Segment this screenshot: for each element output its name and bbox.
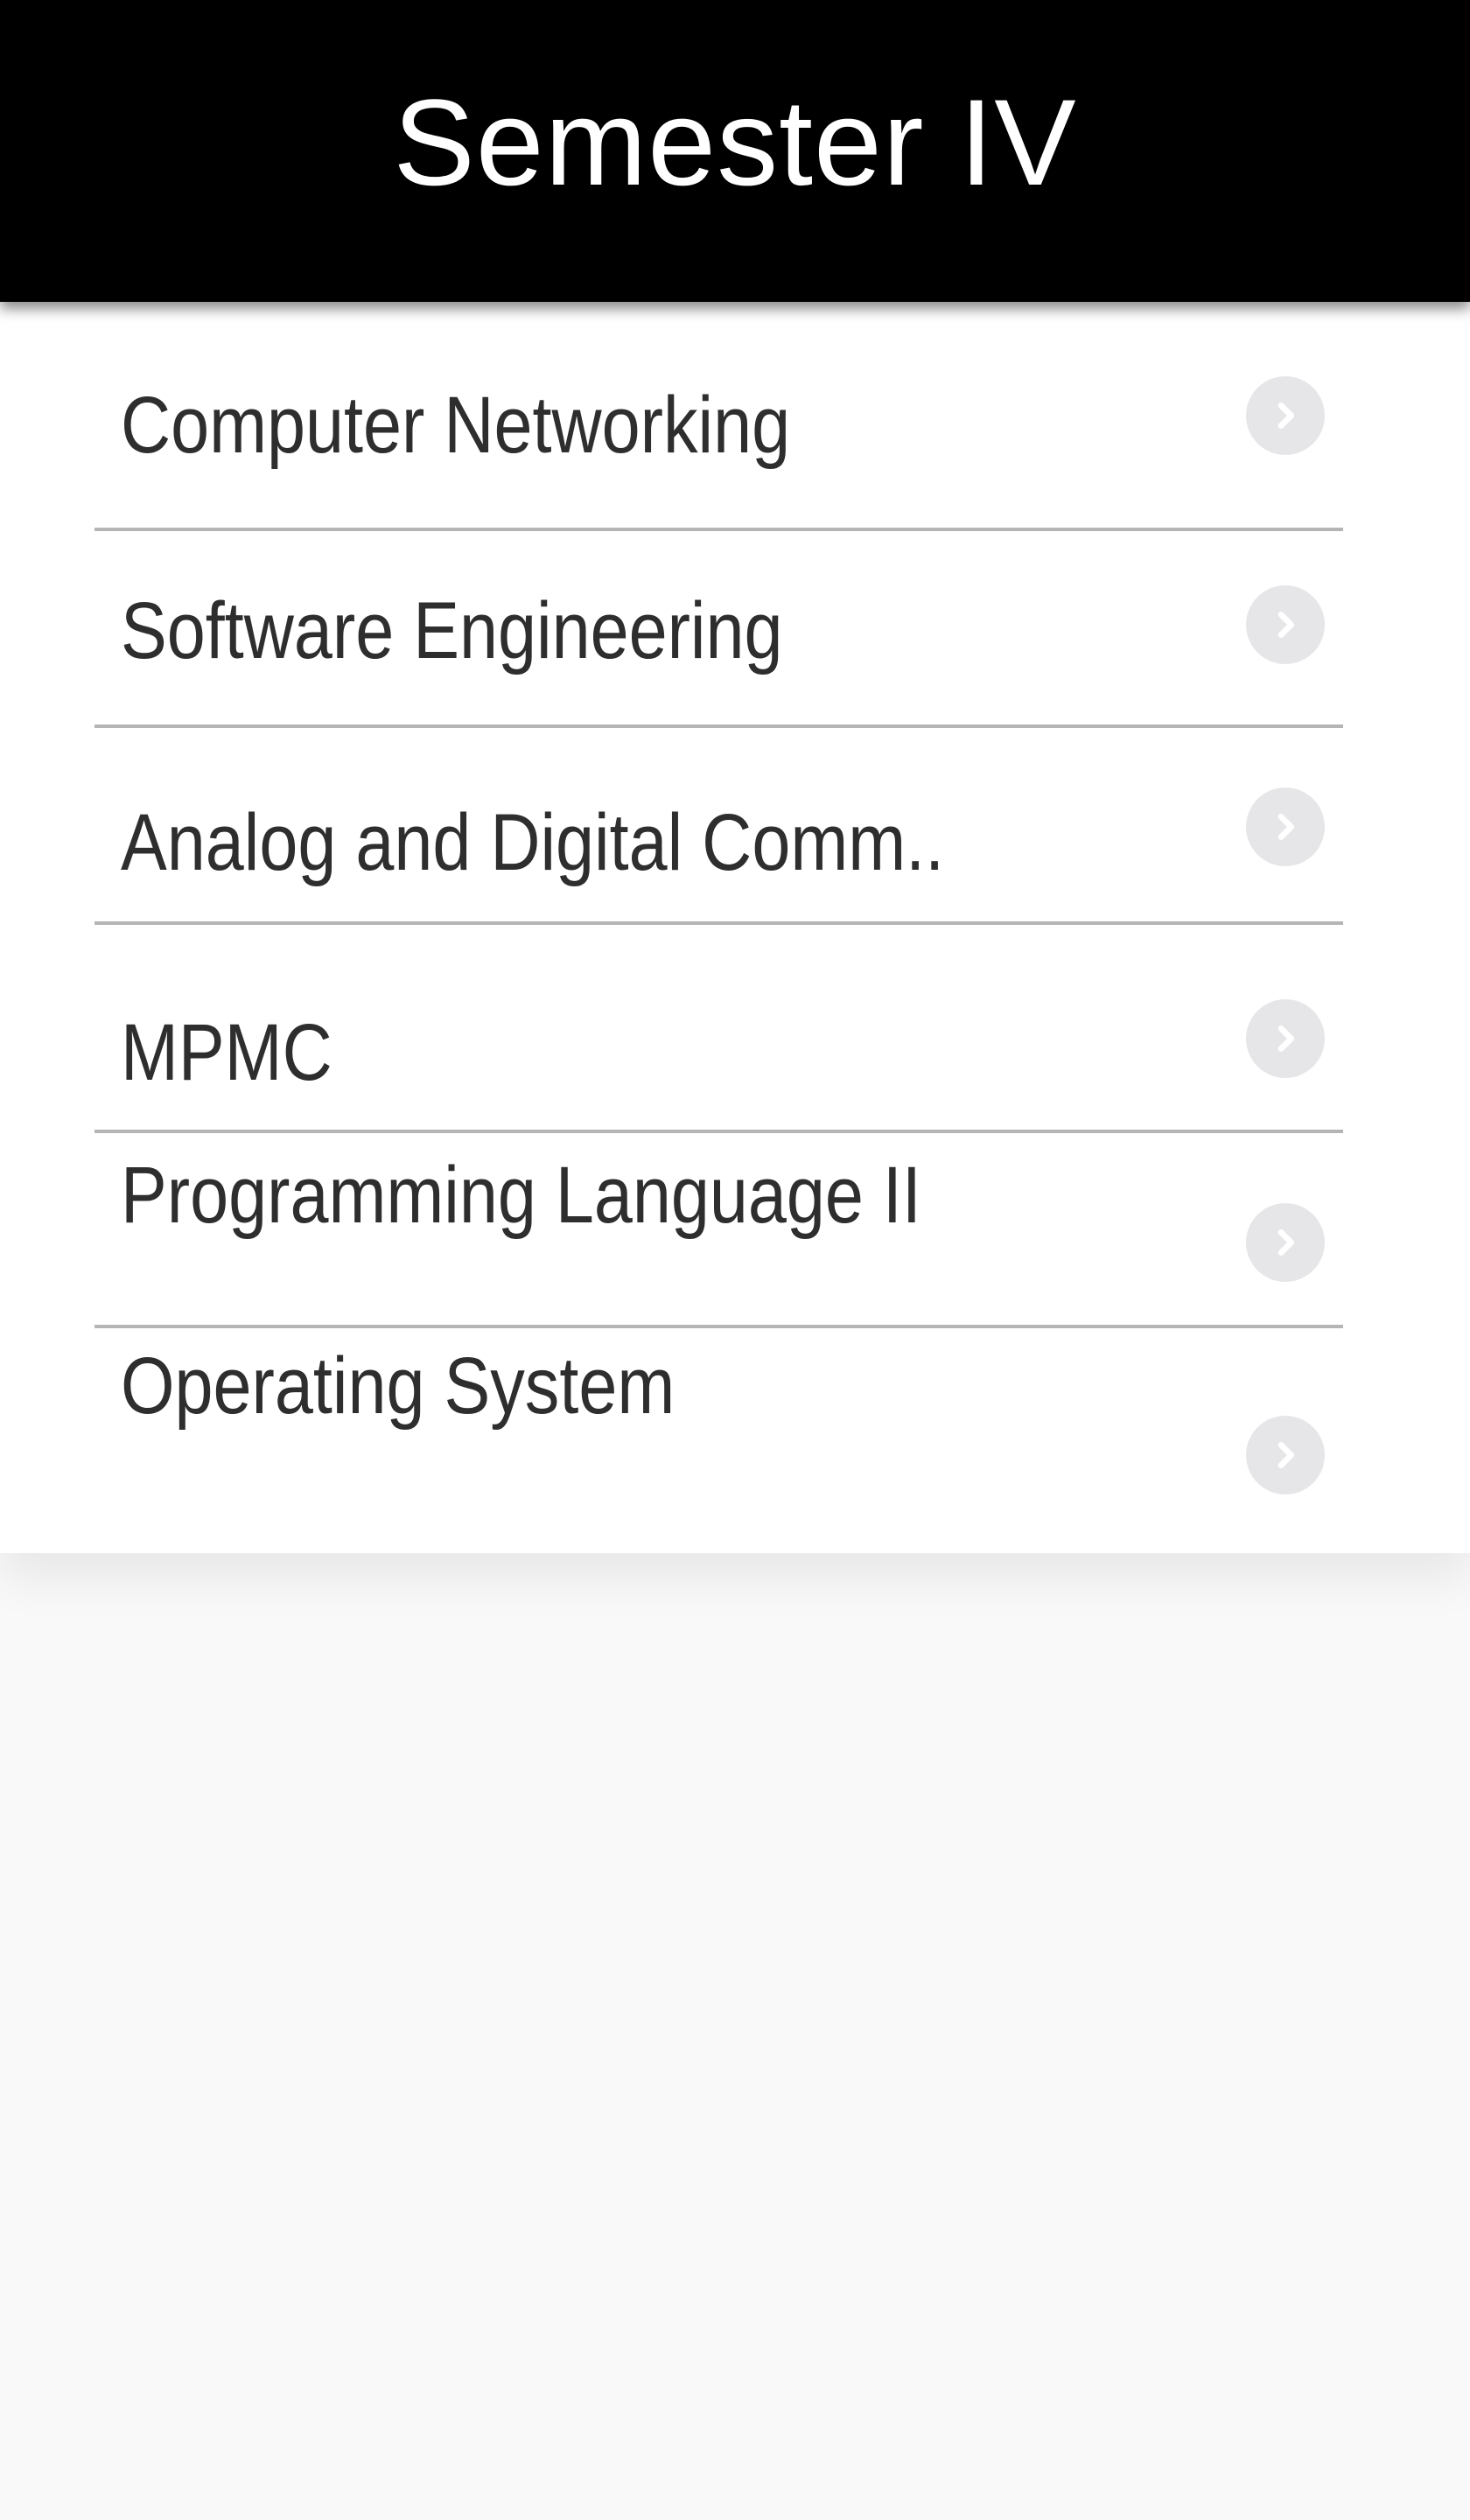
list-item-label: Programming Language II — [121, 1151, 921, 1240]
chevron-right-icon[interactable] — [1246, 585, 1325, 664]
list-item-operating-system[interactable]: Operating System — [94, 1328, 1343, 1553]
chevron-right-icon[interactable] — [1246, 376, 1325, 455]
list-item-programming-language-2[interactable]: Programming Language II — [94, 1133, 1343, 1328]
subject-list: Computer Networking Software Engineering… — [0, 302, 1470, 1553]
app-header: Semester IV — [0, 0, 1470, 302]
list-item-label: Operating System — [121, 1341, 676, 1431]
page-title: Semester IV — [393, 73, 1077, 211]
chevron-right-icon[interactable] — [1246, 788, 1325, 866]
list-item-mpmc[interactable]: MPMC — [94, 925, 1343, 1133]
list-item-computer-networking[interactable]: Computer Networking — [94, 302, 1343, 531]
chevron-right-icon[interactable] — [1246, 1416, 1325, 1494]
chevron-right-icon[interactable] — [1246, 1203, 1325, 1282]
list-item-label: MPMC — [121, 1008, 332, 1097]
list-item-label: Software Engineering — [121, 586, 783, 676]
list-item-software-engineering[interactable]: Software Engineering — [94, 531, 1343, 728]
list-item-analog-digital-comm[interactable]: Analog and Digital Comm.. — [94, 728, 1343, 925]
chevron-right-icon[interactable] — [1246, 999, 1325, 1078]
list-item-label: Analog and Digital Comm.. — [121, 798, 945, 887]
list-item-label: Computer Networking — [121, 381, 791, 470]
app-screen: Semester IV Computer Networking Software… — [0, 0, 1470, 2520]
